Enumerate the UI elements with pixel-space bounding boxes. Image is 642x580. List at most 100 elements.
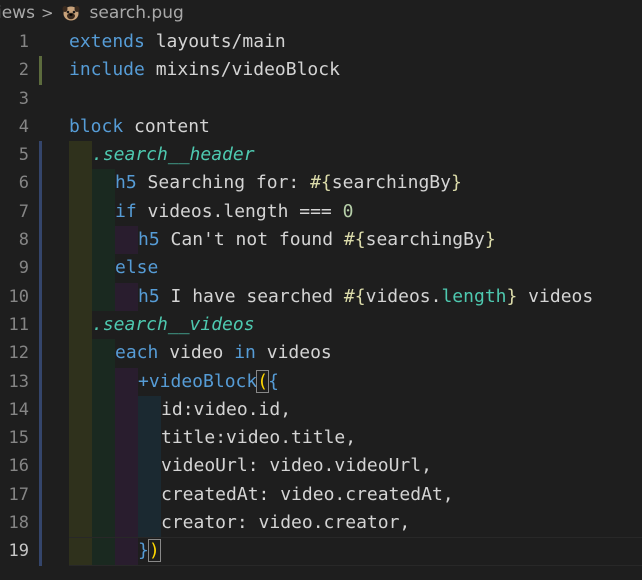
added-line-marker[interactable] [39,395,42,425]
code-line[interactable]: 14 id:video.id, [0,395,642,425]
code-line[interactable]: 16 videoUrl: video.videoUrl, [0,452,642,481]
code-token: 0 [342,200,354,222]
line-content[interactable]: +videoBlock({ [138,368,279,396]
indent-guide [69,226,92,255]
line-number: 16 [8,456,29,477]
indent-guide [69,254,92,283]
code-token: : video.creator, [236,512,411,534]
code-token: : [215,427,227,449]
added-line-marker[interactable] [39,452,42,481]
added-line-marker[interactable] [39,537,42,566]
indent-guide [115,452,138,481]
indent-guide [115,282,138,311]
indent-guide [138,452,161,481]
line-content[interactable]: each video in videos [115,339,332,367]
line-number: 4 [18,116,29,137]
code-token: I have searched [159,285,344,307]
line-content[interactable]: if videos.length === 0 [115,198,353,226]
code-line[interactable]: 4 block content [0,113,642,141]
line-content[interactable]: h5 Searching for: #{searchingBy} [115,169,462,197]
indent-guide [92,197,115,227]
code-line[interactable]: 13 +videoBlock({ [0,367,642,396]
added-line-marker[interactable] [39,226,42,255]
line-content[interactable]: include mixins/videoBlock [69,56,340,84]
code-token: in [234,342,256,364]
indent-guide [69,197,92,227]
added-line-marker[interactable] [39,367,42,396]
line-content[interactable]: .search__videos [92,311,255,339]
line-content[interactable]: }) [138,537,161,565]
code-line[interactable]: 15 title:video.title, [0,424,642,453]
code-token: : video.createdAt, [258,483,454,505]
code-token: : [182,398,194,420]
added-line-marker[interactable] [39,480,42,510]
code-token: video [158,342,235,364]
code-line[interactable]: 6 h5 Searching for: #{searchingBy} [0,169,642,198]
line-number: 19 [8,541,29,562]
breadcrumb-separator: > [40,4,54,22]
modified-line-marker[interactable] [39,56,42,85]
code-token: ( [256,369,270,393]
line-content[interactable]: createdAt: video.createdAt, [161,481,454,509]
added-line-marker[interactable] [39,141,42,170]
code-line[interactable]: 5 .search__header [0,141,642,170]
code-editor[interactable]: iews > search.pug 1 extends layouts/main 2… [0,0,642,580]
added-line-marker[interactable] [39,254,42,283]
code-token: videos [255,342,332,364]
indent-guide [115,509,138,538]
code-line[interactable]: 10 h5 I have searched #{videos.length} vi… [0,282,642,311]
breadcrumb: iews > search.pug [0,0,642,26]
indent-guide [92,452,115,481]
code-area[interactable]: 1 extends layouts/main 2 include mixins/vid… [0,28,642,566]
code-line[interactable]: 11 .search__videos [0,310,642,340]
code-line[interactable]: 2 include mixins/videoBlock [0,56,642,85]
code-token: extends [69,31,145,52]
line-number: 6 [18,173,29,194]
code-token: id [161,398,183,420]
code-line[interactable]: 1 extends layouts/main [0,28,642,56]
line-content[interactable]: creator: video.creator, [161,509,410,537]
added-line-marker[interactable] [39,424,42,453]
code-token: mixins/videoBlock [144,59,340,81]
line-content[interactable]: videoUrl: video.videoUrl, [161,452,432,480]
code-line[interactable]: 7 if videos.length === 0 [0,197,642,227]
line-number: 10 [8,286,29,307]
line-content[interactable]: id:video.id, [161,396,291,424]
code-line[interactable]: 12 each video in videos [0,339,642,368]
line-number: 18 [8,513,29,534]
added-line-marker[interactable] [39,509,42,538]
added-line-marker[interactable] [39,197,42,227]
line-content[interactable]: h5 I have searched #{videos.length} vide… [138,283,593,311]
line-content[interactable]: extends layouts/main [69,28,286,56]
code-line[interactable]: 19}) [0,537,642,566]
code-line[interactable]: 3 [0,85,642,113]
line-content[interactable]: title:video.title, [161,424,356,452]
line-content[interactable]: block content [69,113,210,141]
line-content[interactable]: h5 Can't not found #{searchingBy} [138,226,496,254]
code-token: h5 [115,172,137,194]
code-line[interactable]: 9 else [0,254,642,283]
code-line[interactable]: 17 createdAt: video.createdAt, [0,480,642,510]
breadcrumb-folder[interactable]: iews [0,3,35,23]
added-line-marker[interactable] [39,282,42,311]
line-content[interactable]: .search__header [92,141,255,169]
code-token: videoUrl [161,455,248,477]
added-line-marker[interactable] [39,310,42,340]
indent-guide [138,424,161,453]
indent-guide [115,424,138,453]
pug-dog-icon [62,6,80,21]
code-token: } [484,229,496,251]
breadcrumb-file[interactable]: search.pug [90,3,184,23]
added-line-marker[interactable] [39,339,42,368]
indent-guide [69,141,92,170]
code-token: creator [161,512,237,534]
indent-guide [115,226,138,255]
line-number: 8 [18,230,29,251]
line-content[interactable]: else [115,254,158,282]
added-line-marker[interactable] [39,169,42,198]
code-line[interactable]: 8 h5 Can't not found #{searchingBy} [0,226,642,255]
code-token: if [115,200,137,222]
code-line[interactable]: 18 creator: video.creator, [0,509,642,538]
indent-guide [69,424,92,453]
